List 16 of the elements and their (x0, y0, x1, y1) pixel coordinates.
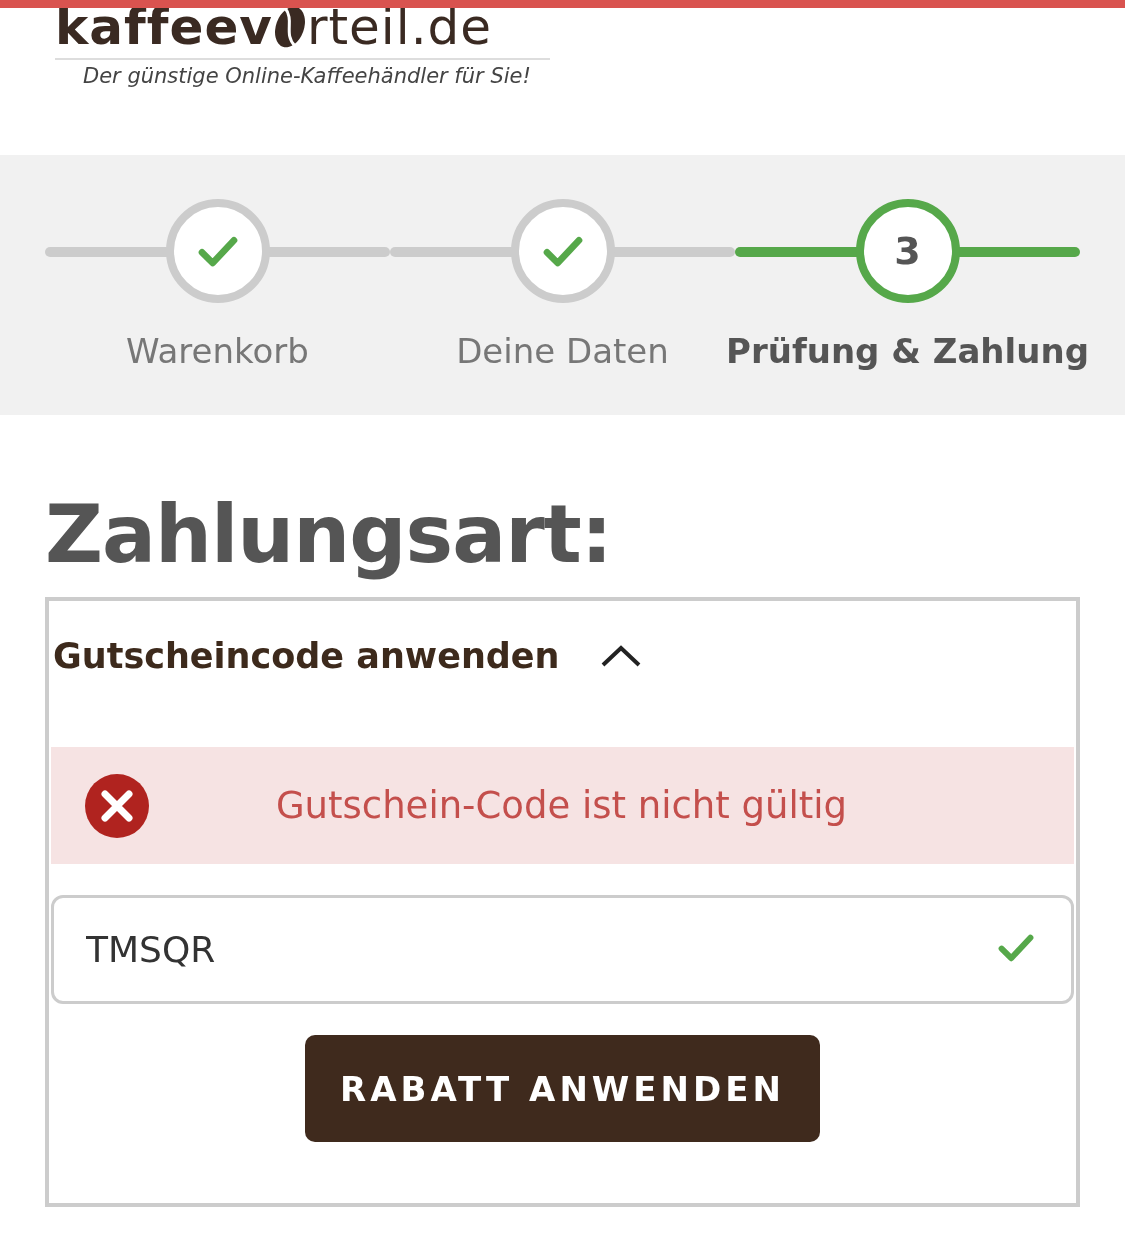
check-icon (542, 235, 583, 267)
logo-text: rteil.de (306, 2, 493, 52)
voucher-toggle[interactable]: Gutscheincode anwenden (53, 636, 560, 676)
step-label: Prüfung & Zahlung (726, 331, 1089, 371)
step-circle: 3 (855, 199, 960, 303)
logo-text: kaffeev (55, 2, 273, 52)
check-icon (197, 235, 238, 267)
section-heading: Zahlungsart: (45, 487, 613, 583)
chevron-icon[interactable] (599, 644, 642, 668)
apply-discount-button[interactable]: RABATT ANWENDEN (305, 1035, 820, 1142)
error-message: Gutschein-Code ist nicht gültig (274, 784, 849, 827)
tagline: Der günstige Online-Kaffeehändler für Sie! (83, 64, 532, 88)
step-label: Warenkorb (126, 331, 309, 371)
step-label: Deine Daten (456, 331, 669, 371)
error-icon (85, 773, 149, 838)
voucher-input[interactable]: TMSQR (51, 895, 1074, 1004)
